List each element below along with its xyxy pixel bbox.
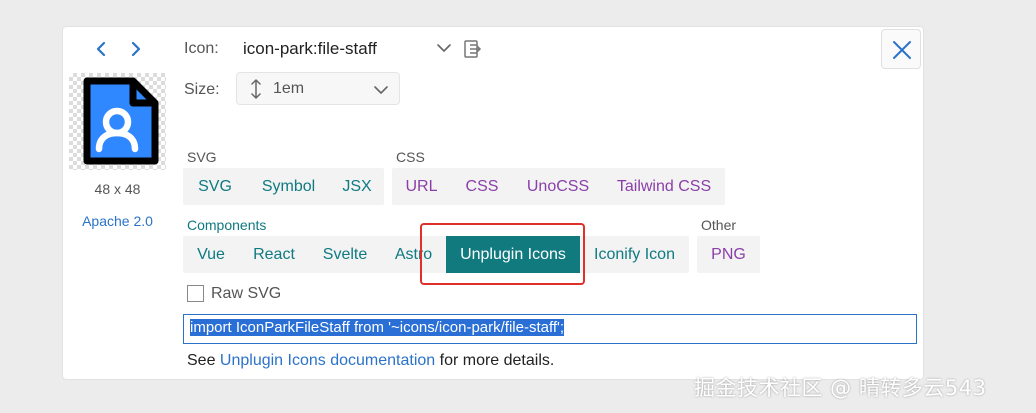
size-value: 1em <box>273 80 305 97</box>
chevron-right-icon <box>131 41 141 57</box>
icon-label: Icon: <box>184 40 219 57</box>
code-snippet-text: import IconParkFileStaff from '~icons/ic… <box>190 319 565 336</box>
react-button[interactable]: React <box>239 236 309 273</box>
license-link[interactable]: Apache 2.0 <box>69 213 166 229</box>
raw-svg-checkbox[interactable] <box>187 285 204 302</box>
iconify-icon-button[interactable]: Iconify Icon <box>580 236 689 273</box>
chevron-down-icon <box>437 44 451 52</box>
doc-suffix: for more details. <box>435 352 555 369</box>
unocss-button[interactable]: UnoCSS <box>513 168 603 205</box>
svg-button[interactable]: SVG <box>183 168 247 205</box>
documentation-note: See Unplugin Icons documentation for mor… <box>187 352 554 370</box>
unplugin-docs-link[interactable]: Unplugin Icons documentation <box>220 352 435 369</box>
previous-icon-button[interactable] <box>94 40 110 58</box>
astro-button[interactable]: Astro <box>381 236 446 273</box>
icon-name[interactable]: icon-park:file-staff <box>243 39 377 59</box>
close-icon <box>893 41 911 59</box>
raw-svg-label[interactable]: Raw SVG <box>211 285 281 303</box>
components-group-title: Components <box>187 217 267 233</box>
jsx-button[interactable]: JSX <box>330 168 384 205</box>
size-select[interactable]: 1em <box>236 72 400 105</box>
vue-button[interactable]: Vue <box>183 236 239 273</box>
arrows-vertical-icon <box>251 79 261 99</box>
copy-icon <box>464 40 482 58</box>
css-button-row: URL CSS UnoCSS Tailwind CSS <box>392 168 725 205</box>
file-staff-icon <box>83 77 159 165</box>
copy-icon-name-button[interactable] <box>462 38 484 60</box>
png-button[interactable]: PNG <box>697 236 760 273</box>
svg-group-title: SVG <box>187 149 217 165</box>
unplugin-icons-button[interactable]: Unplugin Icons <box>446 236 580 273</box>
url-button[interactable]: URL <box>392 168 451 205</box>
icon-preview <box>69 73 166 170</box>
other-button-row: PNG <box>697 236 760 273</box>
icon-dropdown-toggle[interactable] <box>436 40 452 56</box>
css-group-title: CSS <box>396 149 425 165</box>
close-button[interactable] <box>881 29 921 69</box>
code-snippet-field[interactable]: import IconParkFileStaff from '~icons/ic… <box>183 314 917 344</box>
watermark: 掘金技术社区 @ 晴转多云543 <box>694 376 987 400</box>
symbol-button[interactable]: Symbol <box>247 168 330 205</box>
size-label: Size: <box>184 81 220 98</box>
svg-button-row: SVG Symbol JSX <box>183 168 384 205</box>
icon-dimensions: 48 x 48 <box>94 181 141 197</box>
svelte-button[interactable]: Svelte <box>309 236 381 273</box>
css-button[interactable]: CSS <box>451 168 513 205</box>
components-button-row: Vue React Svelte Astro Unplugin Icons Ic… <box>183 236 689 273</box>
next-icon-button[interactable] <box>127 40 143 58</box>
tailwind-css-button[interactable]: Tailwind CSS <box>603 168 725 205</box>
chevron-left-icon <box>96 41 106 57</box>
chevron-down-icon <box>374 86 388 94</box>
doc-prefix: See <box>187 352 220 369</box>
other-group-title: Other <box>701 217 737 233</box>
